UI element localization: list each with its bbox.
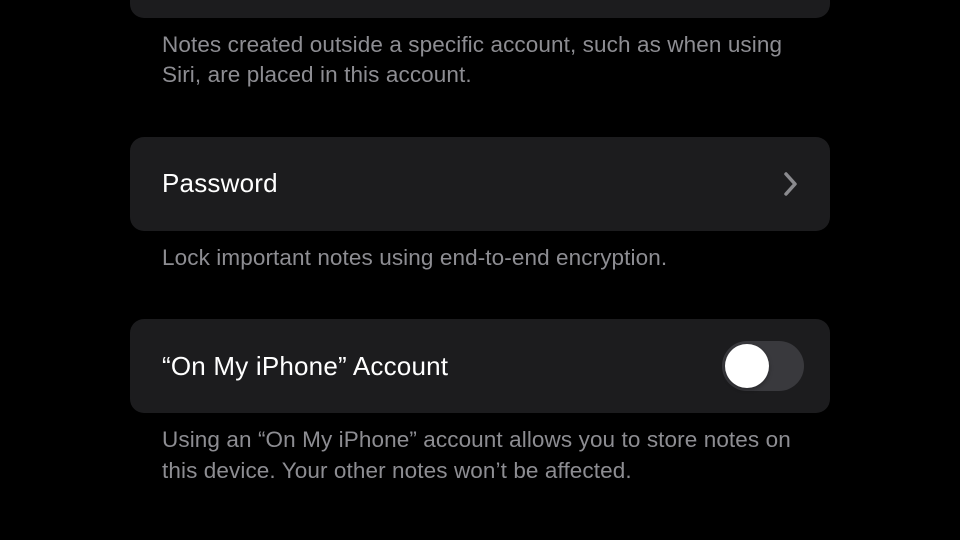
on-my-iphone-group: “On My iPhone” Account Using an “On My i… bbox=[130, 319, 830, 486]
default-account-footer: Notes created outside a specific account… bbox=[130, 18, 830, 91]
on-my-iphone-footer: Using an “On My iPhone” account allows y… bbox=[130, 413, 830, 486]
previous-cell-bottom bbox=[130, 0, 830, 18]
password-group: Password Lock important notes using end-… bbox=[130, 137, 830, 273]
settings-list: Notes created outside a specific account… bbox=[130, 0, 830, 486]
toggle-knob bbox=[725, 344, 769, 388]
on-my-iphone-label: “On My iPhone” Account bbox=[162, 351, 448, 382]
password-footer: Lock important notes using end-to-end en… bbox=[130, 231, 830, 273]
password-cell[interactable]: Password bbox=[130, 137, 830, 231]
on-my-iphone-cell[interactable]: “On My iPhone” Account bbox=[130, 319, 830, 413]
on-my-iphone-toggle[interactable] bbox=[722, 341, 804, 391]
password-label: Password bbox=[162, 168, 278, 199]
chevron-right-icon bbox=[784, 172, 798, 196]
